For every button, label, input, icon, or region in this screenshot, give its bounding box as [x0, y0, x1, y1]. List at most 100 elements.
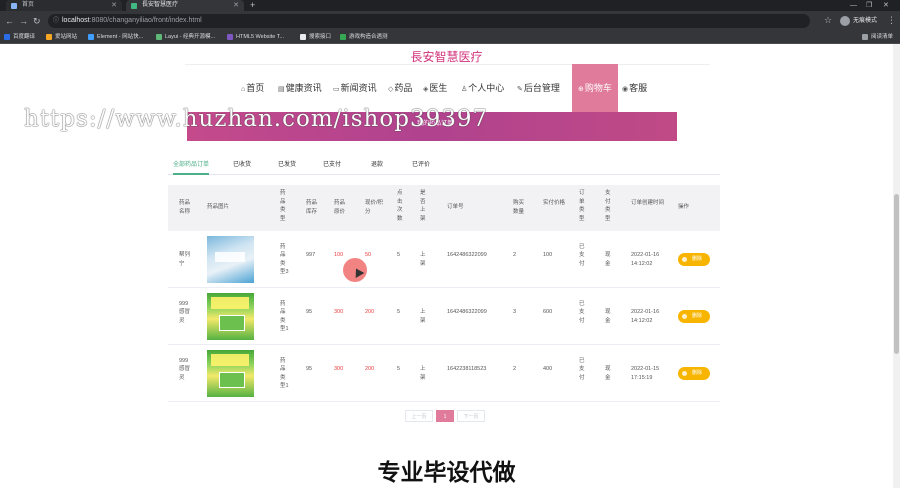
delete-icon — [682, 257, 687, 262]
bookmark-favicon-icon — [300, 34, 306, 40]
bookmarks-bar: 百度翻译 爱站网站 Element - 网站快... Layui - 经典开源模… — [0, 31, 900, 44]
new-tab-button[interactable]: + — [250, 0, 255, 11]
delete-label: 删除 — [691, 313, 702, 319]
bookmark-favicon-icon — [88, 34, 94, 40]
menu-item-cart[interactable]: ⊕购物车 — [572, 64, 618, 112]
reading-list-icon — [862, 34, 868, 40]
reload-icon[interactable]: ↻ — [33, 15, 41, 27]
menu-item-doctor[interactable]: ◈医生 — [423, 64, 447, 112]
close-tab-icon[interactable]: ✕ — [111, 0, 117, 11]
cell-created-time: 2022-01-16 14:12:02 — [631, 252, 660, 267]
profile-label: 无痕模式 — [853, 18, 878, 24]
menu-item-admin[interactable]: ✎后台管理 — [517, 64, 560, 112]
tab-all-orders[interactable]: 全部药品订单 — [173, 158, 210, 175]
delete-button[interactable]: 删除 — [678, 310, 710, 323]
close-window-icon[interactable]: ✕ — [883, 0, 889, 11]
edit-icon: ✎ — [517, 86, 523, 93]
cell-created-time: 2022-01-16 14:12:02 — [631, 309, 660, 324]
bookmark-item[interactable]: Layui - 经典开源模... — [156, 31, 215, 43]
browser-tab-home[interactable]: 首页 ✕ — [6, 0, 122, 11]
column-header: 支付类型 — [605, 190, 611, 222]
table-row: 999感冒灵 药品类型1 95 300 200 5 上架 1642486322099 3 600 已… — [168, 288, 720, 345]
delete-label: 删除 — [691, 256, 702, 262]
page-number-button[interactable]: 1 — [436, 410, 454, 422]
table-row: 999感冒灵 药品类型1 95 300 200 5 上架 1642238118523 2 400 已… — [168, 345, 720, 402]
back-icon[interactable]: ← — [5, 15, 14, 27]
menu-item-medicine[interactable]: ◇药品 — [388, 64, 412, 112]
bookmark-item[interactable]: 百度翻译 — [4, 31, 35, 43]
menu-item-profile[interactable]: ♙个人中心 — [461, 64, 504, 112]
delete-icon — [682, 371, 687, 376]
cell-name: 999感冒灵 — [179, 300, 191, 324]
cell-created-time: 2022-01-15 17:15:19 — [631, 366, 660, 381]
product-image — [207, 350, 254, 397]
bookmark-star-icon[interactable]: ☆ — [824, 15, 832, 26]
column-header: 药品原价 — [334, 200, 346, 215]
tab-shipped[interactable]: 已发货 — [278, 158, 296, 175]
profile-button[interactable]: 无痕模式 — [840, 15, 877, 27]
cell-clicks: 5 — [397, 309, 401, 315]
tab-paid[interactable]: 已支付 — [323, 158, 341, 175]
browser-tab-active[interactable]: 長安智慧医疗 ✕ — [126, 0, 244, 11]
cell-quantity: 3 — [513, 309, 517, 315]
minimize-icon[interactable]: — — [850, 0, 857, 11]
url-host: localhost — [62, 17, 90, 24]
bookmark-item[interactable]: 爱站网站 — [46, 31, 77, 43]
bookmark-favicon-icon — [227, 34, 233, 40]
bookmark-item[interactable]: Element - 网站快... — [88, 31, 143, 43]
reading-list-button[interactable]: 阅读清单 — [862, 31, 893, 43]
cell-stock: 95 — [306, 309, 313, 315]
bookmark-item[interactable]: HTML5 Website T... — [227, 31, 284, 43]
bookmark-favicon-icon — [46, 34, 52, 40]
column-header: 药品名称 — [179, 200, 191, 215]
close-tab-icon[interactable]: ✕ — [233, 0, 239, 11]
cell-order-number: 1642486322099 — [447, 309, 487, 315]
prev-page-button[interactable]: 上一页 — [405, 410, 433, 422]
image-label-shape — [211, 297, 249, 309]
column-header: 药品库存 — [306, 200, 318, 215]
cart-icon: ⊕ — [578, 86, 584, 93]
menu-item-news[interactable]: ▭新闻资讯 — [333, 64, 377, 112]
delete-button[interactable]: 删除 — [678, 253, 710, 266]
tab-received[interactable]: 已收货 — [233, 158, 251, 175]
menu-item-service[interactable]: ◉客服 — [622, 64, 647, 112]
address-bar[interactable]: ⓘ localhost:8080/changanyiliao/front/ind… — [48, 14, 810, 28]
cell-paid: 400 — [543, 366, 553, 372]
bookmark-item[interactable]: 搜索接口 — [300, 31, 331, 43]
cell-on-shelf: 上架 — [420, 309, 426, 324]
cell-quantity: 2 — [513, 366, 517, 372]
bookmark-item[interactable]: 游戏构造合遇测 — [340, 31, 388, 43]
cell-stock: 997 — [306, 252, 316, 258]
cell-price: 200 — [365, 366, 375, 372]
vue-favicon-icon — [131, 3, 137, 9]
cell-name: 帮列宁 — [179, 252, 191, 267]
column-header: 药品类型 — [280, 190, 286, 222]
menu-item-home[interactable]: ⌂首页 — [241, 64, 264, 112]
page-scrollbar[interactable] — [893, 44, 900, 488]
cell-order-number: 1642238118523 — [447, 366, 487, 372]
table-header: 药品名称 药品图片 药品类型 药品库存 药品原价 现价/积分 点击次数 是否上架… — [168, 185, 720, 231]
product-image — [207, 293, 254, 340]
browser-menu-icon[interactable]: ⋮ — [887, 15, 896, 26]
cell-original-price: 300 — [334, 366, 344, 372]
forward-icon[interactable]: → — [19, 15, 28, 27]
cell-order-type: 已支付 — [579, 357, 585, 381]
cell-on-shelf: 上架 — [420, 252, 426, 267]
article-icon: ▤ — [278, 86, 285, 93]
info-icon[interactable]: ⓘ — [53, 14, 59, 28]
cell-clicks: 5 — [397, 252, 401, 258]
restore-icon[interactable]: ❐ — [866, 0, 872, 11]
cell-name: 999感冒灵 — [179, 357, 191, 381]
bookmark-favicon-icon — [340, 34, 346, 40]
cell-pay-type: 现金 — [605, 309, 611, 324]
delete-button[interactable]: 删除 — [678, 367, 710, 380]
cell-pay-type: 现金 — [605, 252, 611, 267]
tab-refund[interactable]: 退款 — [371, 158, 383, 175]
column-header: 订单创建时间 — [631, 200, 665, 206]
image-box-shape — [219, 315, 245, 331]
tab-reviewed[interactable]: 已评价 — [412, 158, 430, 175]
cell-order-type: 已支付 — [579, 300, 585, 324]
next-page-button[interactable]: 下一页 — [457, 410, 485, 422]
menu-item-health-news[interactable]: ▤健康资讯 — [278, 64, 322, 112]
scrollbar-thumb[interactable] — [894, 194, 899, 354]
